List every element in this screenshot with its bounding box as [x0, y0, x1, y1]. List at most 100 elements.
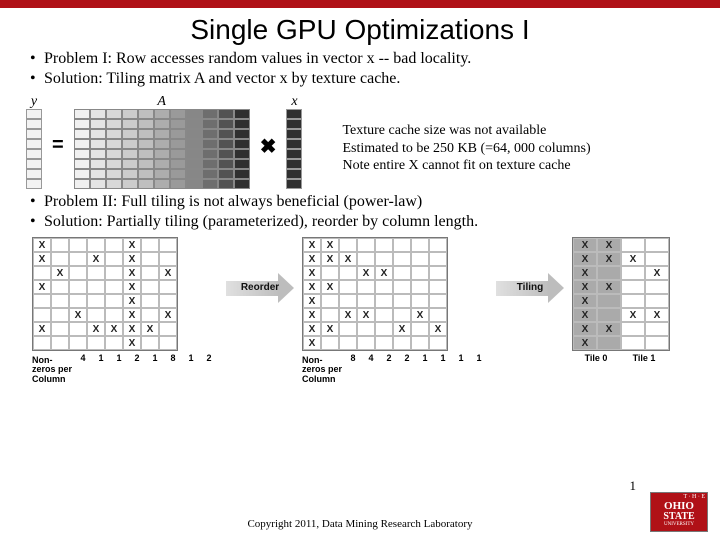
- y-cell: [26, 109, 42, 119]
- figure-reorder-tiling: XXXXXXXXXXXXXXXXXXXX Non-zeros per Colum…: [32, 237, 702, 384]
- sparse-cell: X: [339, 308, 357, 322]
- nz-value: 2: [128, 353, 146, 363]
- sparse-cell: X: [123, 336, 141, 350]
- sparse-cell: [429, 280, 447, 294]
- A-cell: [154, 129, 170, 139]
- sparse-cell: X: [123, 280, 141, 294]
- y-cell: [26, 159, 42, 169]
- sparse-cell: [357, 280, 375, 294]
- A-cell: [90, 169, 106, 179]
- sparse-cell: [393, 308, 411, 322]
- sparse-cell: [411, 294, 429, 308]
- sparse-cell: X: [339, 252, 357, 266]
- nz-value: 1: [470, 353, 488, 363]
- sparse-cell: [141, 294, 159, 308]
- sparse-cell: [87, 308, 105, 322]
- A-cell: [218, 169, 234, 179]
- sparse-cell: [69, 294, 87, 308]
- A-cell: [234, 119, 250, 129]
- A-cell: [138, 139, 154, 149]
- sparse-cell: [429, 336, 447, 350]
- sparse-matrix-tile: XXXXXXXXXXXXXXXX Tile 0Tile 1: [572, 237, 670, 363]
- A-cell: [186, 149, 202, 159]
- A-cell: [138, 119, 154, 129]
- A-cell: [122, 119, 138, 129]
- A-cell: [234, 109, 250, 119]
- A-cell: [122, 179, 138, 189]
- sparse-cell: X: [393, 322, 411, 336]
- sparse-cell: X: [573, 322, 597, 336]
- sparse-cell: [159, 322, 177, 336]
- slide-title: Single GPU Optimizations I: [0, 14, 720, 46]
- sparse-cell: [69, 238, 87, 252]
- A-cell: [74, 109, 90, 119]
- A-cell: [170, 169, 186, 179]
- A-cell: [170, 179, 186, 189]
- sparse-cell: [105, 336, 123, 350]
- A-cell: [234, 179, 250, 189]
- sparse-cell: [141, 336, 159, 350]
- A-cell: [170, 159, 186, 169]
- sparse-cell: X: [123, 294, 141, 308]
- nz-value: 8: [344, 353, 362, 363]
- nz-value: 1: [452, 353, 470, 363]
- x-cell: [286, 129, 302, 139]
- sparse-cell: [87, 336, 105, 350]
- A-cell: [122, 159, 138, 169]
- A-cell: [122, 169, 138, 179]
- sparse-cell: [69, 322, 87, 336]
- A-cell: [218, 149, 234, 159]
- A-cell: [202, 119, 218, 129]
- matrix-A-label: A: [74, 94, 250, 108]
- y-cell: [26, 139, 42, 149]
- copyright-line: Copyright 2011, Data Mining Research Lab…: [0, 518, 720, 530]
- A-cell: [138, 149, 154, 159]
- sparse-cell: [339, 280, 357, 294]
- sparse-cell: [357, 336, 375, 350]
- nz-values-right: 84221111: [344, 353, 488, 363]
- A-cell: [186, 109, 202, 119]
- nz-value: 1: [146, 353, 164, 363]
- sparse-cell: [357, 252, 375, 266]
- sparse-cell: [33, 294, 51, 308]
- sparse-cell: [411, 322, 429, 336]
- sparse-cell: X: [303, 280, 321, 294]
- A-cell: [202, 159, 218, 169]
- sparse-cell: [375, 294, 393, 308]
- sparse-cell: X: [105, 322, 123, 336]
- A-cell: [154, 119, 170, 129]
- sparse-cell: X: [573, 294, 597, 308]
- A-cell: [218, 119, 234, 129]
- A-cell: [106, 139, 122, 149]
- sparse-cell: [51, 280, 69, 294]
- A-cell: [106, 119, 122, 129]
- sparse-cell: [429, 294, 447, 308]
- note-line: Estimated to be 250 KB (=64, 000 columns…: [342, 140, 590, 158]
- sparse-cell: [159, 336, 177, 350]
- A-cell: [90, 149, 106, 159]
- sparse-cell: X: [573, 336, 597, 350]
- vector-y: y: [26, 94, 42, 189]
- sparse-cell: X: [33, 252, 51, 266]
- sparse-matrix-left: XXXXXXXXXXXXXXXXXXXX Non-zeros per Colum…: [32, 237, 218, 384]
- A-cell: [170, 129, 186, 139]
- bullet-icon: •: [30, 70, 44, 88]
- sparse-cell: [339, 336, 357, 350]
- nz-value: 1: [434, 353, 452, 363]
- sparse-cell: [87, 280, 105, 294]
- sparse-matrix-right: XXXXXXXXXXXXXXXXXXXX Non-zeros per Colum…: [302, 237, 488, 384]
- sparse-cell: [141, 252, 159, 266]
- A-cell: [170, 109, 186, 119]
- sparse-cell: [339, 294, 357, 308]
- sparse-cell: [621, 322, 645, 336]
- A-cell: [234, 169, 250, 179]
- sparse-cell: [105, 266, 123, 280]
- sparse-cell: X: [303, 308, 321, 322]
- bullet-icon: •: [30, 213, 44, 231]
- A-cell: [74, 139, 90, 149]
- A-cell: [218, 179, 234, 189]
- A-cell: [74, 129, 90, 139]
- sparse-cell: X: [357, 308, 375, 322]
- y-cell: [26, 169, 42, 179]
- bullet-group-2: •Problem II: Full tiling is not always b…: [30, 193, 700, 231]
